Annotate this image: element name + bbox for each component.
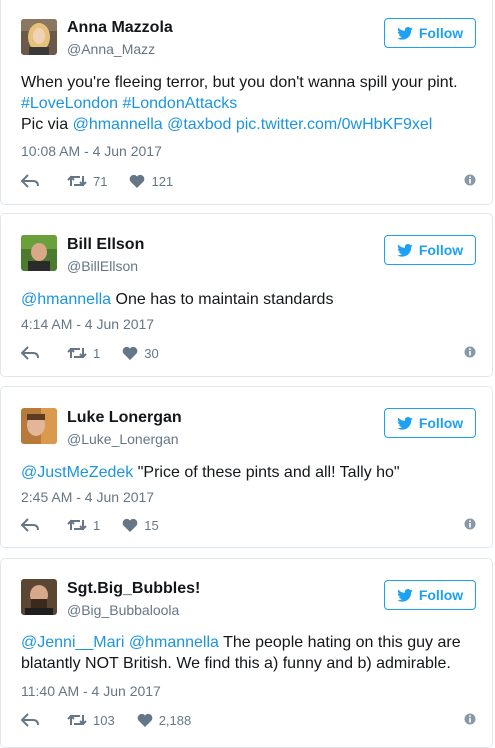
info-button[interactable] [464, 518, 476, 533]
tweet-card: Sgt.Big_Bubbles! @Big_Bubbaloola Follow … [0, 558, 493, 748]
reply-icon [21, 518, 39, 532]
follow-button[interactable]: Follow [384, 580, 476, 610]
mention-link[interactable]: @taxbod [167, 116, 231, 133]
timestamp[interactable]: 10:08 AM - 4 Jun 2017 [21, 143, 162, 159]
pic-link[interactable]: pic.twitter.com/0wHbKF9xel [236, 116, 433, 133]
retweet-count: 71 [93, 173, 108, 189]
reply-button[interactable] [21, 518, 45, 532]
retweet-count: 1 [93, 345, 101, 361]
retweet-button[interactable]: 1 [67, 346, 100, 361]
tweet-card: Luke Lonergan @Luke_Lonergan Follow @Jus… [0, 386, 493, 548]
retweet-count: 1 [93, 517, 101, 533]
retweet-icon [67, 519, 87, 531]
user-handle[interactable]: @Anna_Mazz [67, 41, 155, 57]
hashtag-link[interactable]: #LoveLondon [21, 95, 118, 112]
user-handle[interactable]: @BillEllson [67, 258, 138, 274]
hashtag-link[interactable]: #LondonAttacks [122, 95, 237, 112]
reply-button[interactable] [21, 713, 45, 727]
tweet-text-body: "Price of these pints and all! Tally ho" [137, 464, 400, 481]
tweet-text: @JustMeZedek "Price of these pints and a… [21, 462, 476, 483]
twitter-bird-icon [397, 26, 413, 40]
tweet-text: When you're fleeing terror, but you don'… [21, 72, 476, 135]
twitter-bird-icon [397, 243, 413, 257]
follow-label: Follow [418, 25, 464, 41]
user-handle[interactable]: @Luke_Lonergan [67, 431, 179, 447]
twitter-bird-icon [397, 588, 413, 602]
pic-via-label: Pic via [21, 116, 69, 133]
reply-button[interactable] [21, 346, 45, 360]
retweet-button[interactable]: 1 [67, 518, 100, 533]
mention-link[interactable]: @hmannella [21, 291, 111, 308]
mention-link[interactable]: @hmannella [73, 116, 163, 133]
like-button[interactable]: 2,188 [137, 712, 192, 728]
timestamp[interactable]: 4:14 AM - 4 Jun 2017 [21, 316, 154, 332]
reply-icon [21, 713, 39, 727]
info-icon [464, 174, 476, 186]
user-handle[interactable]: @Big_Bubbaloola [67, 602, 179, 618]
retweet-icon [67, 714, 87, 726]
heart-icon [122, 346, 138, 360]
timestamp[interactable]: 11:40 AM - 4 Jun 2017 [21, 683, 161, 699]
retweet-button[interactable]: 71 [67, 174, 107, 189]
mention-link[interactable]: @Jenni__Mari [21, 634, 124, 651]
info-icon [464, 346, 476, 358]
mention-link[interactable]: @JustMeZedek [21, 464, 133, 481]
info-icon [464, 518, 476, 530]
info-button[interactable] [464, 713, 476, 728]
like-count: 30 [144, 345, 159, 361]
like-count: 121 [151, 173, 174, 189]
follow-button[interactable]: Follow [384, 18, 476, 48]
tweet-text: @hmannella One has to maintain standards [21, 289, 476, 310]
tweet-text-body: One has to maintain standards [115, 291, 334, 308]
reply-icon [21, 346, 39, 360]
tweet-text: @Jenni__Mari @hmannella The people hatin… [21, 632, 476, 674]
like-count: 15 [144, 517, 159, 533]
retweet-icon [67, 347, 87, 359]
like-button[interactable]: 30 [122, 345, 159, 361]
tweet-actions: 1 15 [21, 515, 476, 535]
avatar[interactable] [21, 19, 57, 55]
display-name[interactable]: Luke Lonergan [67, 409, 182, 427]
avatar[interactable] [21, 408, 57, 444]
follow-button[interactable]: Follow [384, 408, 476, 438]
heart-icon [122, 518, 138, 532]
tweet-text-body: When you're fleeing terror, but you don'… [21, 74, 458, 91]
like-button[interactable]: 15 [122, 517, 159, 533]
follow-label: Follow [418, 587, 464, 603]
reply-button[interactable] [21, 174, 45, 188]
heart-icon [130, 174, 145, 188]
info-button[interactable] [464, 346, 476, 361]
like-button[interactable]: 121 [129, 174, 173, 189]
display-name[interactable]: Anna Mazzola [67, 19, 173, 37]
retweet-count: 103 [93, 712, 115, 728]
avatar[interactable] [21, 579, 57, 615]
follow-label: Follow [418, 242, 464, 258]
info-button[interactable] [464, 174, 476, 189]
avatar[interactable] [21, 235, 57, 271]
display-name[interactable]: Sgt.Big_Bubbles! [67, 580, 200, 598]
display-name[interactable]: Bill Ellson [67, 236, 144, 254]
tweet-feed: Anna Mazzola @Anna_Mazz Follow When you'… [0, 0, 495, 748]
tweet-actions: 1 30 [21, 343, 476, 363]
twitter-bird-icon [397, 416, 413, 430]
retweet-button[interactable]: 103 [67, 713, 115, 728]
tweet-actions: 71 121 [21, 171, 476, 191]
tweet-card: Anna Mazzola @Anna_Mazz Follow When you'… [0, 0, 493, 205]
heart-icon [137, 713, 153, 727]
tweet-card: Bill Ellson @BillEllson Follow @hmannell… [0, 213, 493, 377]
reply-icon [21, 174, 39, 188]
follow-label: Follow [418, 415, 464, 431]
like-count: 2,188 [158, 712, 192, 728]
follow-button[interactable]: Follow [384, 235, 476, 265]
retweet-icon [67, 175, 87, 187]
info-icon [464, 713, 476, 725]
timestamp[interactable]: 2:45 AM - 4 Jun 2017 [21, 489, 154, 505]
mention-link[interactable]: @hmannella [129, 634, 219, 651]
tweet-actions: 103 2,188 [21, 710, 476, 730]
